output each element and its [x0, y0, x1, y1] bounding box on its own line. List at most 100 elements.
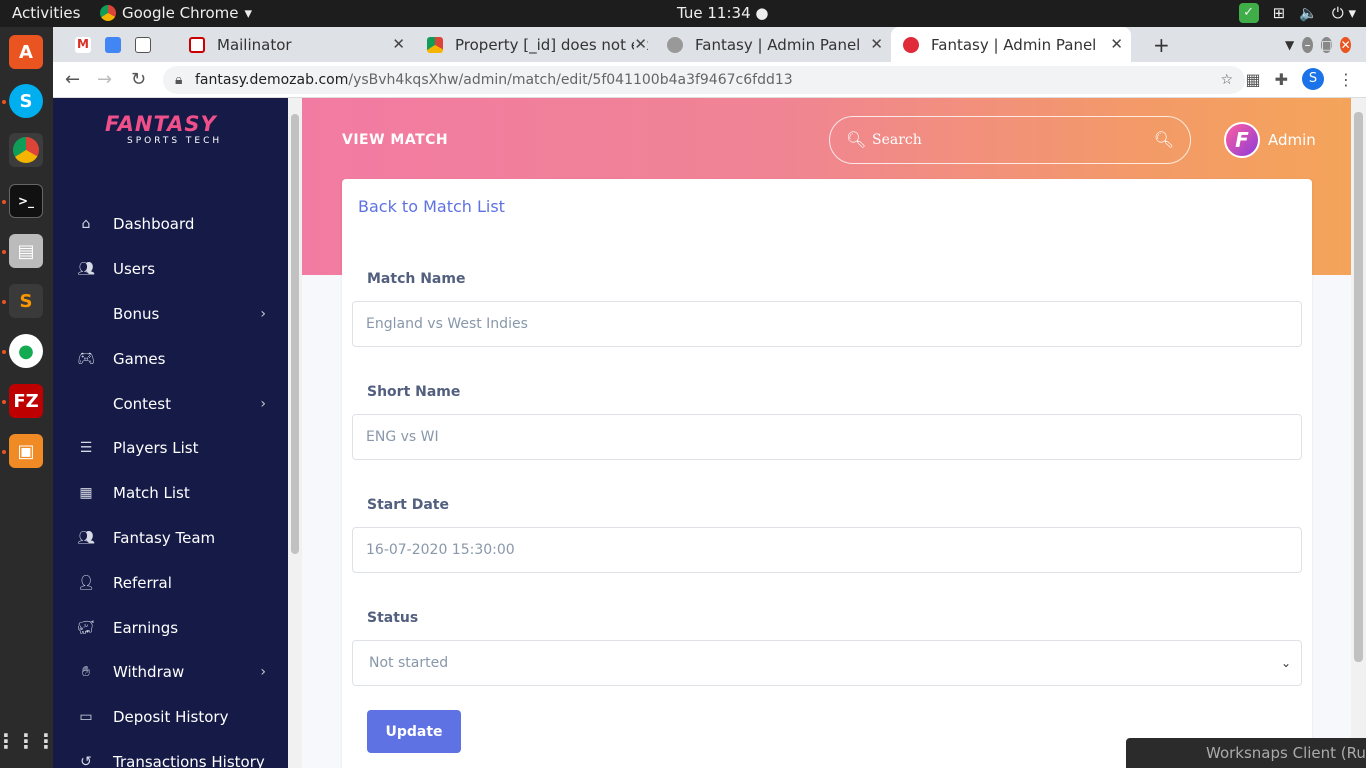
system-tray[interactable]: ✓ ⊞ 🔈 ⏻ ▾	[1238, 3, 1356, 23]
sidebar-item-transactions-history[interactable]: ↺ Transactions History	[53, 740, 288, 768]
fantasy-logo[interactable]: FANTASY SPORTS TECH	[105, 112, 240, 157]
terminal-icon[interactable]: >_	[9, 184, 43, 218]
maximize-icon[interactable]: □	[1320, 36, 1333, 53]
reload-icon[interactable]: ↻	[131, 69, 146, 90]
logo-text: FANTASY	[105, 112, 217, 136]
short-name-value: ENG vs WI	[366, 429, 439, 445]
url-bar[interactable]: 🔒︎ fantasy.demozab.com/ysBvh4kqsXhw/admi…	[163, 66, 1245, 94]
minimize-icon[interactable]: –	[1302, 36, 1313, 53]
match-name-field[interactable]: England vs West Indies	[352, 301, 1302, 347]
clock-text: Tue 11:34	[677, 4, 751, 22]
start-date-field[interactable]: 16-07-2020 15:30:00	[352, 527, 1302, 573]
sidebar-item-label: Match List	[113, 484, 190, 503]
sidebar-item-dashboard[interactable]: ⌂ Dashboard	[53, 202, 288, 247]
user-name[interactable]: Admin	[1268, 131, 1316, 149]
app-dock: A S >_ ▤ S ● FZ ▣ ⋮⋮⋮	[0, 27, 56, 768]
activities-button[interactable]: Activities	[12, 4, 80, 22]
close-icon[interactable]: ✕	[1110, 35, 1123, 53]
window-controls[interactable]: ▼ – □ ✕	[1273, 27, 1363, 62]
match-name-label: Match Name	[367, 271, 466, 287]
pinned-tabs[interactable]: M	[63, 27, 183, 62]
close-icon[interactable]: ✕	[870, 35, 883, 53]
clock[interactable]: Tue 11:34 ●	[677, 4, 768, 22]
hand-money-icon: ✋︎	[82, 664, 90, 681]
tab-mailinator[interactable]: Mailinator ✕	[177, 27, 413, 62]
globe-icon	[667, 36, 683, 53]
sidebar-item-withdraw[interactable]: ✋︎ Withdraw ›	[53, 650, 288, 695]
sidebar-item-bonus[interactable]: Bonus ›	[53, 292, 288, 337]
logo-subtext: SPORTS TECH	[127, 136, 223, 146]
back-to-match-list-link[interactable]: Back to Match List	[358, 197, 505, 216]
bookmark-star-icon[interactable]: ☆	[1220, 66, 1233, 94]
home-icon: ⌂	[81, 216, 91, 233]
scrollbar-thumb[interactable]	[291, 114, 299, 554]
tab-search-icon[interactable]: ▼	[1285, 38, 1294, 52]
search-icon: 🔍︎	[846, 130, 867, 149]
close-icon[interactable]: ✕	[634, 35, 647, 53]
page-scrollbar[interactable]	[1351, 98, 1366, 768]
os-top-bar: Activities Google Chrome ▾ Tue 11:34 ● ✓…	[0, 0, 1366, 27]
skype-icon[interactable]: S	[9, 84, 43, 118]
avatar[interactable]: F	[1224, 122, 1260, 158]
sidebar-item-referral[interactable]: 👤︎ Referral	[53, 560, 288, 605]
show-apps-icon[interactable]: ⋮⋮⋮	[0, 724, 56, 758]
sidebar-item-contest[interactable]: Contest ›	[53, 381, 288, 426]
sidebar-item-players-list[interactable]: ☰ Players List	[53, 426, 288, 471]
sidebar-scrollbar[interactable]	[288, 98, 302, 768]
app-menu[interactable]: Google Chrome ▾	[100, 4, 252, 22]
app-name: Google Chrome	[122, 4, 239, 22]
scrollbar-thumb[interactable]	[1354, 112, 1363, 662]
new-tab-button[interactable]: +	[1141, 27, 1171, 62]
chrome-dock-icon[interactable]	[9, 133, 43, 167]
check-shield-icon: ✓	[1238, 3, 1259, 23]
more-menu-icon[interactable]: ⋮	[1338, 70, 1354, 89]
search-box[interactable]: 🔍︎ 🔍︎	[829, 116, 1191, 164]
admin-sidebar: FANTASY SPORTS TECH ⌂ Dashboard 👥︎ Users B…	[53, 98, 288, 768]
tab-property-error[interactable]: Property [_id] does not ex ✕	[415, 27, 655, 62]
back-arrow-icon[interactable]: ←	[65, 69, 80, 90]
archive-icon[interactable]: ▣	[9, 434, 43, 468]
sidebar-item-earnings[interactable]: 🐖︎ Earnings	[53, 605, 288, 650]
sidebar-item-label: Deposit History	[113, 708, 229, 727]
sidebar-item-games[interactable]: 🎮︎ Games	[53, 336, 288, 381]
sidebar-item-label: Players List	[113, 439, 199, 458]
close-window-icon[interactable]: ✕	[1340, 36, 1351, 53]
extension-tab-icon[interactable]	[135, 36, 151, 53]
sidebar-item-label: Dashboard	[113, 215, 195, 234]
tab-label: Fantasy | Admin Panel	[931, 35, 1097, 54]
worksnaps-client-window[interactable]: Worksnaps Client (Ru	[1126, 738, 1366, 768]
team-icon: 👥︎	[77, 529, 95, 546]
sublime-text-icon[interactable]: S	[9, 284, 43, 318]
close-icon[interactable]: ✕	[392, 35, 405, 53]
qr-extension-icon[interactable]: ▦	[1245, 70, 1260, 89]
tab-label: Property [_id] does not ex	[455, 35, 649, 54]
status-select[interactable]: Not started ⌄	[352, 640, 1302, 686]
forward-arrow-icon[interactable]: →	[97, 69, 112, 90]
short-name-field[interactable]: ENG vs WI	[352, 414, 1302, 460]
sidebar-item-deposit-history[interactable]: ▭ Deposit History	[53, 695, 288, 740]
file-manager-icon[interactable]: ▤	[9, 234, 43, 268]
sidebar-item-label: Fantasy Team	[113, 528, 216, 547]
chevron-down-icon: ⌄	[1280, 656, 1291, 670]
power-icon: ⏻ ▾	[1331, 4, 1356, 22]
sidebar-item-label: Withdraw	[113, 663, 185, 682]
filezilla-icon[interactable]: FZ	[9, 384, 43, 418]
mongodb-compass-icon[interactable]: ●	[9, 334, 43, 368]
search-input[interactable]	[872, 127, 1142, 153]
money-bill-icon: ▭	[79, 709, 93, 726]
tab-fantasy-admin[interactable]: Fantasy | Admin Panel ✕	[655, 27, 891, 62]
sidebar-item-match-list[interactable]: ▦ Match List	[53, 471, 288, 516]
profile-avatar[interactable]: S	[1302, 68, 1324, 90]
gmail-icon[interactable]: M	[75, 36, 91, 53]
puzzle-extensions-icon[interactable]: ✚	[1275, 70, 1288, 89]
match-name-value: England vs West Indies	[366, 316, 528, 332]
google-translate-icon[interactable]	[105, 36, 121, 53]
page-title: VIEW MATCH	[342, 132, 449, 148]
software-center-icon[interactable]: A	[9, 35, 43, 69]
sidebar-item-fantasy-team[interactable]: 👥︎ Fantasy Team	[53, 516, 288, 561]
tab-fantasy-admin-active[interactable]: Fantasy | Admin Panel ✕	[891, 27, 1131, 62]
search-submit-icon[interactable]: 🔍︎	[1154, 130, 1174, 149]
lock-icon[interactable]: 🔒︎	[175, 66, 182, 94]
update-button[interactable]: Update	[367, 710, 461, 753]
sidebar-item-users[interactable]: 👥︎ Users	[53, 247, 288, 292]
